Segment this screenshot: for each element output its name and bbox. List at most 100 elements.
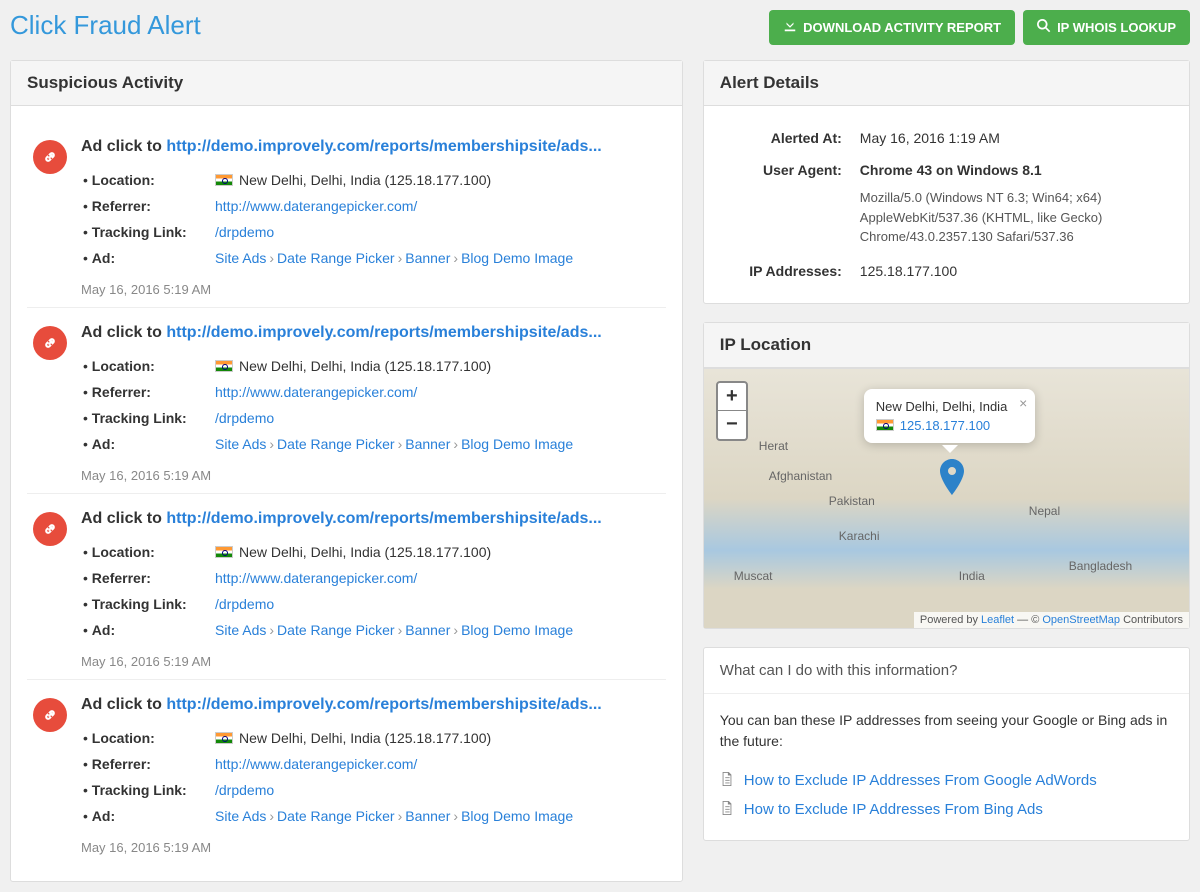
tracking-link[interactable]: /drpdemo: [215, 224, 274, 240]
activity-title: Ad click to http://demo.improvely.com/re…: [81, 324, 660, 342]
close-icon[interactable]: ×: [1019, 395, 1027, 411]
activity-field-label: Ad:: [83, 804, 213, 828]
suspicious-activity-heading: Suspicious Activity: [11, 61, 682, 106]
activity-item: Ad click to http://demo.improvely.com/re…: [27, 493, 666, 679]
info-text: You can ban these IP addresses from seei…: [720, 710, 1173, 752]
activity-field-label: Location:: [83, 354, 213, 378]
search-icon: [1037, 19, 1051, 36]
chevron-right-icon: ›: [453, 808, 458, 824]
ad-crumb-link[interactable]: Blog Demo Image: [461, 622, 573, 638]
chevron-right-icon: ›: [398, 622, 403, 638]
ad-crumb-link[interactable]: Date Range Picker: [277, 622, 395, 638]
map-pin-icon: [939, 459, 965, 498]
whois-lookup-label: IP WHOIS LOOKUP: [1057, 20, 1176, 35]
chevron-right-icon: ›: [453, 250, 458, 266]
activity-field-label: Location:: [83, 726, 213, 750]
activity-field-label: Referrer:: [83, 380, 213, 404]
activity-url-link[interactable]: http://demo.improvely.com/reports/member…: [166, 696, 601, 713]
ad-crumb-link[interactable]: Site Ads: [215, 436, 266, 452]
referrer-link[interactable]: http://www.daterangepicker.com/: [215, 570, 417, 586]
activity-url-link[interactable]: http://demo.improvely.com/reports/member…: [166, 138, 601, 155]
ad-crumb-link[interactable]: Site Ads: [215, 250, 266, 266]
ad-crumb-link[interactable]: Banner: [405, 250, 450, 266]
user-agent-raw: Mozilla/5.0 (Windows NT 6.3; Win64; x64)…: [860, 188, 1173, 247]
alerted-at-label: Alerted At:: [720, 130, 860, 146]
activity-field-value: Site Ads›Date Range Picker›Banner›Blog D…: [215, 804, 658, 828]
info-link-row: How to Exclude IP Addresses From Bing Ad…: [720, 795, 1173, 824]
activity-url-link[interactable]: http://demo.improvely.com/reports/member…: [166, 324, 601, 341]
activity-field-label: Ad:: [83, 432, 213, 456]
tracking-link[interactable]: /drpdemo: [215, 782, 274, 798]
activity-field-label: Ad:: [83, 618, 213, 642]
ad-crumb-link[interactable]: Blog Demo Image: [461, 250, 573, 266]
flag-india-icon: [215, 546, 233, 558]
activity-date: May 16, 2016 5:19 AM: [81, 282, 660, 297]
info-panel: What can I do with this information? You…: [703, 647, 1190, 841]
info-link-row: How to Exclude IP Addresses From Google …: [720, 766, 1173, 795]
map[interactable]: + − × New Delhi, Delhi, India 125.18.177…: [704, 368, 1189, 628]
whois-lookup-button[interactable]: IP WHOIS LOOKUP: [1023, 10, 1190, 45]
tracking-link[interactable]: /drpdemo: [215, 410, 274, 426]
ad-crumb-link[interactable]: Date Range Picker: [277, 436, 395, 452]
flag-india-icon: [215, 360, 233, 372]
ad-crumb-link[interactable]: Site Ads: [215, 808, 266, 824]
ad-crumb-link[interactable]: Site Ads: [215, 622, 266, 638]
tracking-link[interactable]: /drpdemo: [215, 596, 274, 612]
leaflet-link[interactable]: Leaflet: [981, 614, 1014, 626]
user-agent-value: Chrome 43 on Windows 8.1: [860, 162, 1173, 178]
zoom-out-button[interactable]: −: [718, 411, 746, 439]
ad-crumb-link[interactable]: Date Range Picker: [277, 808, 395, 824]
user-agent-label: User Agent:: [720, 162, 860, 178]
activity-item: Ad click to http://demo.improvely.com/re…: [27, 679, 666, 865]
activity-field-label: Tracking Link:: [83, 406, 213, 430]
referrer-link[interactable]: http://www.daterangepicker.com/: [215, 756, 417, 772]
alert-details-panel: Alert Details Alerted At: May 16, 2016 1…: [703, 60, 1190, 304]
activity-date: May 16, 2016 5:19 AM: [81, 840, 660, 855]
ad-crumb-link[interactable]: Blog Demo Image: [461, 808, 573, 824]
help-link[interactable]: How to Exclude IP Addresses From Bing Ad…: [744, 801, 1043, 818]
ad-crumb-link[interactable]: Banner: [405, 808, 450, 824]
referrer-link[interactable]: http://www.daterangepicker.com/: [215, 384, 417, 400]
activity-url-link[interactable]: http://demo.improvely.com/reports/member…: [166, 510, 601, 527]
download-report-label: DOWNLOAD ACTIVITY REPORT: [803, 20, 1001, 35]
activity-field-value: /drpdemo: [215, 406, 658, 430]
alerted-at-value: May 16, 2016 1:19 AM: [860, 130, 1173, 146]
activity-field-label: Tracking Link:: [83, 592, 213, 616]
link-icon: [33, 512, 67, 546]
osm-link[interactable]: OpenStreetMap: [1042, 614, 1120, 626]
activity-field-value: http://www.daterangepicker.com/: [215, 566, 658, 590]
activity-field-value: /drpdemo: [215, 220, 658, 244]
chevron-right-icon: ›: [398, 250, 403, 266]
alert-details-heading: Alert Details: [704, 61, 1189, 106]
ip-addresses-label: IP Addresses:: [720, 263, 860, 279]
activity-field-label: Tracking Link:: [83, 220, 213, 244]
ad-crumb-link[interactable]: Blog Demo Image: [461, 436, 573, 452]
zoom-in-button[interactable]: +: [718, 383, 746, 411]
referrer-link[interactable]: http://www.daterangepicker.com/: [215, 198, 417, 214]
download-report-button[interactable]: DOWNLOAD ACTIVITY REPORT: [769, 10, 1015, 45]
activity-field-value: New Delhi, Delhi, India (125.18.177.100): [215, 354, 658, 378]
activity-field-label: Location:: [83, 540, 213, 564]
chevron-right-icon: ›: [453, 436, 458, 452]
link-icon: [33, 698, 67, 732]
activity-field-value: /drpdemo: [215, 592, 658, 616]
download-icon: [783, 19, 797, 36]
help-link[interactable]: How to Exclude IP Addresses From Google …: [744, 772, 1097, 789]
document-icon: [720, 772, 734, 789]
activity-field-value: New Delhi, Delhi, India (125.18.177.100): [215, 168, 658, 192]
activity-title: Ad click to http://demo.improvely.com/re…: [81, 138, 660, 156]
activity-field-label: Referrer:: [83, 194, 213, 218]
map-popup-ip-link[interactable]: 125.18.177.100: [900, 418, 990, 433]
activity-field-value: http://www.daterangepicker.com/: [215, 194, 658, 218]
ad-crumb-link[interactable]: Date Range Picker: [277, 250, 395, 266]
ad-crumb-link[interactable]: Banner: [405, 622, 450, 638]
activity-item: Ad click to http://demo.improvely.com/re…: [27, 307, 666, 493]
activity-field-label: Tracking Link:: [83, 778, 213, 802]
activity-field-label: Location:: [83, 168, 213, 192]
activity-field-value: /drpdemo: [215, 778, 658, 802]
activity-field-value: http://www.daterangepicker.com/: [215, 752, 658, 776]
map-attribution: Powered by Leaflet — © OpenStreetMap Con…: [914, 612, 1189, 628]
ad-crumb-link[interactable]: Banner: [405, 436, 450, 452]
flag-india-icon: [215, 174, 233, 186]
activity-title: Ad click to http://demo.improvely.com/re…: [81, 510, 660, 528]
